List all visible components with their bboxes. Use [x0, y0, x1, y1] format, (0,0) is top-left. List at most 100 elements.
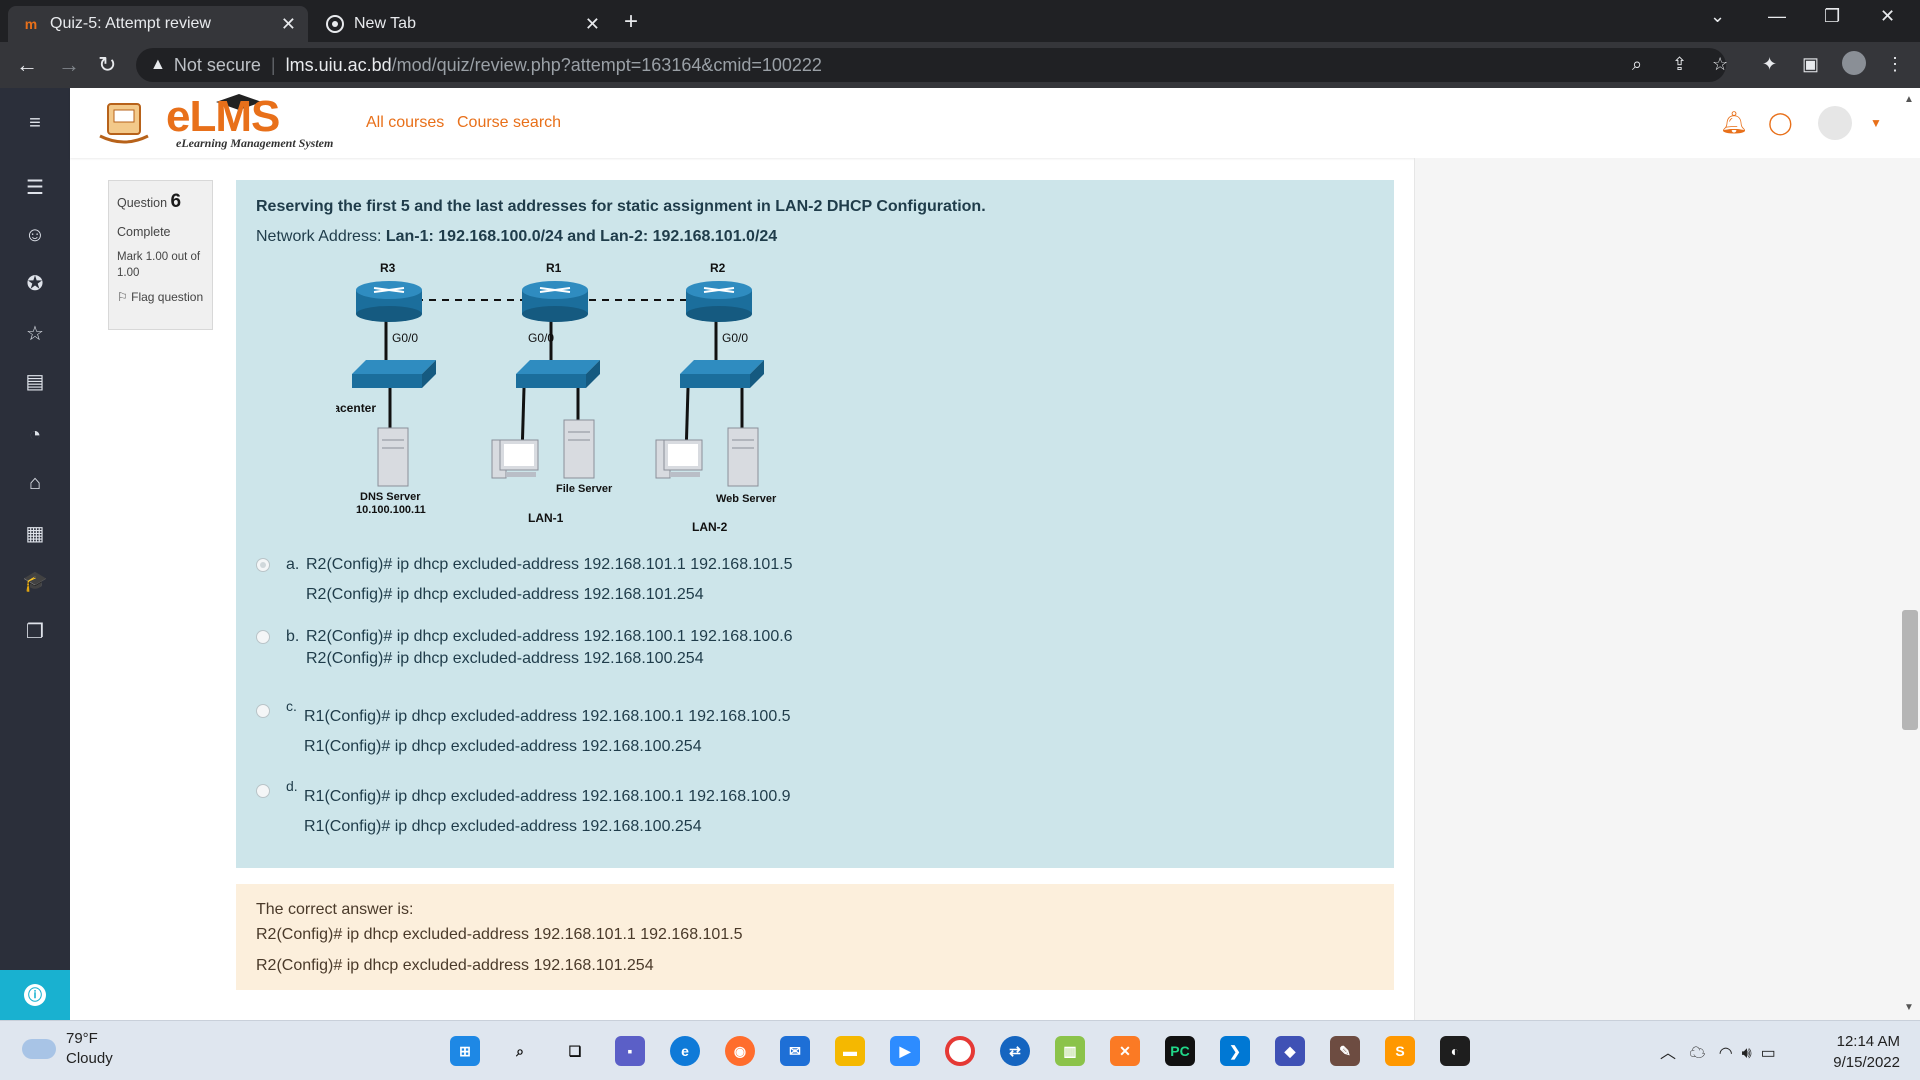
- calendar-icon[interactable]: ▦: [22, 520, 48, 546]
- vscode-icon[interactable]: ❯: [1220, 1036, 1250, 1066]
- files-icon[interactable]: ❐: [22, 618, 48, 644]
- scroll-down-icon[interactable]: ▼: [1904, 1002, 1914, 1013]
- figma-icon[interactable]: ◐: [1440, 1036, 1470, 1066]
- time: 12:14 AM: [1836, 1033, 1900, 1050]
- xampp-icon[interactable]: ✕: [1110, 1036, 1140, 1066]
- winrar-icon[interactable]: ▥: [1055, 1036, 1085, 1066]
- option-line: R2(Config)# ip dhcp excluded-address 192…: [306, 650, 704, 667]
- virtualbox-icon[interactable]: ◆: [1275, 1036, 1305, 1066]
- answer-option-d[interactable]: d. R1(Config)# ip dhcp excluded-address …: [256, 778, 956, 836]
- share-icon[interactable]: ⇪: [1672, 54, 1687, 75]
- radio-a[interactable]: [256, 558, 270, 572]
- tab-search-icon[interactable]: ⌄: [1710, 6, 1725, 27]
- nav-all-courses[interactable]: All courses: [366, 114, 444, 132]
- label-file-server: File Server: [556, 483, 613, 495]
- router-r3: [356, 281, 422, 322]
- teams-chat-icon[interactable]: ▪: [615, 1036, 645, 1066]
- switch-lan2: [680, 360, 764, 388]
- teamviewer-icon[interactable]: ⇄: [1000, 1036, 1030, 1066]
- profile-avatar[interactable]: [1842, 51, 1866, 75]
- radio-c[interactable]: [256, 704, 270, 718]
- pycharm-icon[interactable]: PC: [1165, 1036, 1195, 1066]
- radio-d[interactable]: [256, 784, 270, 798]
- right-blocks-region: [1414, 158, 1920, 1020]
- battery-icon[interactable]: ▭: [1761, 1045, 1776, 1062]
- chevron-down-icon[interactable]: ▼: [1870, 116, 1882, 130]
- page-content: ≡ ☰ ☺ ✪ ☆ ▤ ◔ ⌂ ▦ 🎓 ❐ ⓘ eLMS eLearning M…: [0, 88, 1920, 1020]
- temperature: 79°F: [66, 1030, 98, 1047]
- messages-icon[interactable]: ◯: [1768, 110, 1793, 136]
- forward-icon[interactable]: →: [58, 52, 80, 78]
- label-r1-g00: G0/0: [528, 331, 554, 345]
- tab-title: Quiz-5: Attempt review: [50, 15, 211, 32]
- menu-icon[interactable]: ⋮: [1886, 54, 1904, 75]
- home-icon[interactable]: ⌂: [22, 470, 48, 496]
- option-line: R2(Config)# ip dhcp excluded-address 192…: [306, 586, 704, 603]
- weather-widget[interactable]: 79°F Cloudy: [22, 1029, 113, 1068]
- star-icon[interactable]: ☆: [22, 320, 48, 346]
- feedback-line: R2(Config)# ip dhcp excluded-address 192…: [256, 956, 654, 974]
- radio-b[interactable]: [256, 630, 270, 644]
- packet-tracer-icon[interactable]: ✎: [1330, 1036, 1360, 1066]
- firefox-icon[interactable]: ◉: [725, 1036, 755, 1066]
- search-icon[interactable]: ⌕: [505, 1036, 535, 1066]
- accessibility-button[interactable]: ⓘ: [0, 970, 70, 1020]
- answer-option-b[interactable]: b. R2(Config)# ip dhcp excluded-address …: [256, 628, 956, 672]
- tab-new-tab[interactable]: New Tab ✕: [312, 6, 612, 42]
- address-bar[interactable]: ▲ Not secure | lms.uiu.ac.bd /mod/quiz/r…: [136, 48, 1726, 82]
- onedrive-icon[interactable]: ☁: [1689, 1045, 1705, 1062]
- edge-icon[interactable]: e: [670, 1036, 700, 1066]
- graduation-cap-icon[interactable]: 🎓: [22, 568, 48, 594]
- participants-icon[interactable]: ☺: [22, 222, 48, 248]
- browser-toolbar: ← → ↻ ▲ Not secure | lms.uiu.ac.bd /mod/…: [0, 42, 1920, 88]
- volume-icon[interactable]: 🔊︎: [1742, 1045, 1752, 1062]
- restore-icon[interactable]: ❐: [1824, 6, 1840, 27]
- label-r1: R1: [546, 261, 562, 275]
- question-panel: Reserving the first 5 and the last addre…: [236, 180, 1394, 868]
- hamburger-icon[interactable]: ≡: [22, 110, 48, 136]
- sublime-icon[interactable]: S: [1385, 1036, 1415, 1066]
- network-topology-diagram: R3 R1 R2 G0/0 G0/0 G0/0 acenter DNS Serv…: [336, 261, 777, 534]
- wifi-icon[interactable]: ◠: [1719, 1045, 1733, 1062]
- new-tab-button[interactable]: +: [624, 8, 638, 36]
- scroll-up-icon[interactable]: ▲: [1904, 94, 1914, 105]
- system-tray[interactable]: ︿ ☁ ◠ 🔊︎ ▭: [1660, 1039, 1776, 1063]
- nav-course-search[interactable]: Course search: [457, 114, 561, 132]
- dashboard-icon[interactable]: ◔: [22, 422, 48, 448]
- side-panel-icon[interactable]: ▣: [1802, 54, 1819, 75]
- tab-quiz-review[interactable]: m Quiz-5: Attempt review ✕: [8, 6, 308, 42]
- answer-option-a[interactable]: a. R2(Config)# ip dhcp excluded-address …: [256, 556, 956, 606]
- minimize-icon[interactable]: —: [1768, 6, 1786, 27]
- reload-icon[interactable]: ↻: [98, 52, 116, 78]
- badges-icon[interactable]: ✪: [22, 270, 48, 296]
- grades-icon[interactable]: ▤: [22, 368, 48, 394]
- file-explorer-icon[interactable]: ▬: [835, 1036, 865, 1066]
- windows-start-icon[interactable]: ⊞: [450, 1036, 480, 1066]
- elms-logo[interactable]: eLMS eLearning Management System: [96, 92, 366, 152]
- correct-answer-feedback: The correct answer is: R2(Config)# ip dh…: [236, 884, 1394, 990]
- option-line: R1(Config)# ip dhcp excluded-address 192…: [304, 738, 702, 755]
- chrome-taskbar-icon[interactable]: [945, 1036, 975, 1066]
- option-letter: b.: [286, 628, 300, 645]
- list-icon[interactable]: ☰: [22, 174, 48, 200]
- back-icon[interactable]: ←: [16, 52, 38, 78]
- question-state: Complete: [117, 224, 171, 239]
- close-icon[interactable]: ✕: [281, 14, 296, 35]
- close-icon[interactable]: ✕: [585, 14, 600, 35]
- extensions-icon[interactable]: ✦: [1762, 54, 1777, 75]
- clock[interactable]: 12:14 AM 9/15/2022: [1820, 1031, 1900, 1073]
- zoom-app-icon[interactable]: ▶: [890, 1036, 920, 1066]
- chevron-up-icon[interactable]: ︿: [1660, 1045, 1676, 1062]
- mail-icon[interactable]: ✉: [780, 1036, 810, 1066]
- scrollbar-thumb[interactable]: [1902, 610, 1918, 730]
- close-window-icon[interactable]: ✕: [1880, 6, 1895, 27]
- user-avatar[interactable]: [1818, 106, 1852, 140]
- task-view-icon[interactable]: ❏: [560, 1036, 590, 1066]
- notification-bell-icon[interactable]: 🔔︎: [1720, 110, 1748, 136]
- answer-option-c[interactable]: c. R1(Config)# ip dhcp excluded-address …: [256, 698, 956, 756]
- pc-lan2: [655, 439, 703, 479]
- flag-question-link[interactable]: ⚐ Flag question: [117, 289, 204, 306]
- windows-taskbar: 79°F Cloudy ⊞ ⌕ ❏ ▪ e ◉ ✉ ▬ ▶ ⇄ ▥ ✕ PC ❯…: [0, 1020, 1920, 1080]
- zoom-icon[interactable]: ⌕: [1632, 54, 1642, 75]
- bookmark-star-icon[interactable]: ☆: [1712, 54, 1728, 75]
